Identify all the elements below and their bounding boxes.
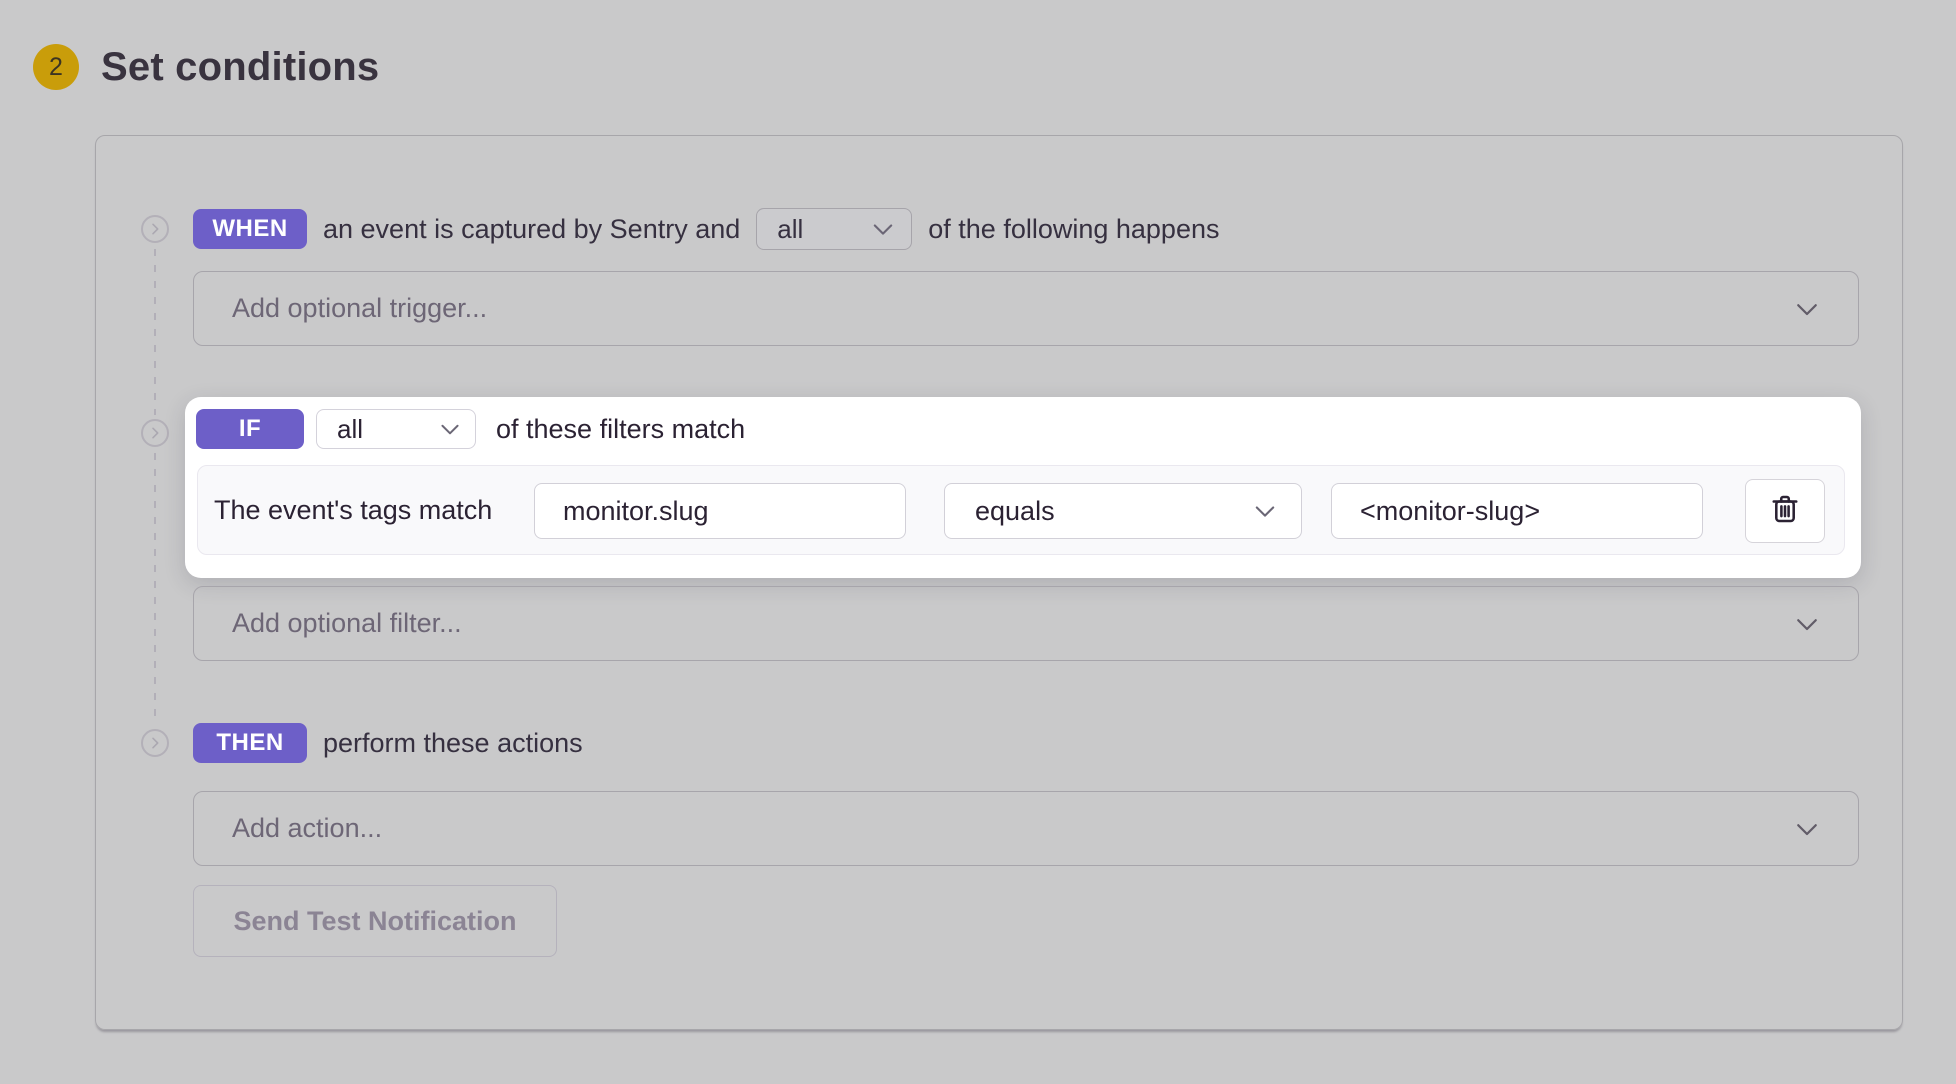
chevron-right-circle-icon: [141, 419, 169, 447]
chevron-down-icon: [869, 215, 897, 243]
step-connector-line: [154, 453, 156, 723]
chevron-down-icon: [1792, 814, 1822, 844]
delete-filter-button[interactable]: [1745, 479, 1825, 543]
add-action-placeholder: Add action...: [232, 813, 382, 844]
if-row: IF all of these filters match: [196, 409, 745, 449]
page-title: Set conditions: [101, 45, 379, 90]
filter-operator-value: equals: [975, 496, 1055, 527]
when-row: WHEN an event is captured by Sentry and …: [193, 207, 1219, 251]
filter-condition-row: The event's tags match equals: [197, 465, 1845, 555]
if-badge: IF: [196, 409, 304, 449]
then-badge: THEN: [193, 723, 307, 763]
filter-value-input[interactable]: [1331, 483, 1703, 539]
if-highlight-card: IF all of these filters match The event'…: [185, 397, 1861, 578]
filter-label: The event's tags match: [214, 466, 492, 554]
step-number: 2: [49, 53, 63, 82]
when-match-select[interactable]: all: [756, 208, 912, 250]
set-conditions-screen: 2 Set conditions WHEN an event is captur…: [0, 0, 1956, 1084]
filter-key-input[interactable]: [534, 483, 906, 539]
chevron-down-icon: [1792, 609, 1822, 639]
step-connector-line: [154, 249, 156, 415]
add-action-select[interactable]: Add action...: [193, 791, 1859, 866]
chevron-down-icon: [1792, 294, 1822, 324]
step-header: 2 Set conditions: [33, 44, 379, 90]
chevron-right-circle-icon: [141, 729, 169, 757]
trash-icon: [1767, 491, 1803, 532]
add-filter-placeholder: Add optional filter...: [232, 608, 462, 639]
when-badge: WHEN: [193, 209, 307, 249]
add-trigger-select[interactable]: Add optional trigger...: [193, 271, 1859, 346]
send-test-notification-button[interactable]: Send Test Notification: [193, 885, 557, 957]
when-text-before: an event is captured by Sentry and: [323, 214, 740, 245]
if-match-select-value: all: [337, 414, 363, 445]
when-text-after: of the following happens: [928, 214, 1219, 245]
when-match-select-value: all: [777, 214, 803, 245]
filter-operator-select[interactable]: equals: [944, 483, 1302, 539]
chevron-down-icon: [437, 416, 463, 442]
chevron-right-circle-icon: [141, 215, 169, 243]
add-trigger-placeholder: Add optional trigger...: [232, 293, 487, 324]
then-row: THEN perform these actions: [193, 721, 583, 765]
if-match-select[interactable]: all: [316, 409, 476, 449]
chevron-down-icon: [1251, 497, 1279, 525]
step-number-badge: 2: [33, 44, 79, 90]
add-filter-select[interactable]: Add optional filter...: [193, 586, 1859, 661]
if-text-after: of these filters match: [496, 414, 745, 445]
then-text-after: perform these actions: [323, 728, 583, 759]
conditions-panel: WHEN an event is captured by Sentry and …: [95, 135, 1903, 1030]
